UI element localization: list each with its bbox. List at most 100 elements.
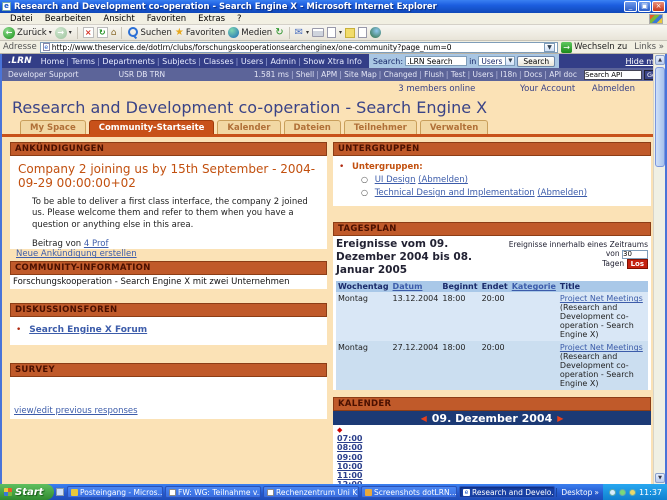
tray-icon[interactable] <box>619 489 626 496</box>
media-button[interactable]: Medien <box>228 27 272 38</box>
lrn-search-button[interactable]: Search <box>517 56 555 67</box>
back-dropdown-icon[interactable]: ▾ <box>49 29 52 36</box>
scroll-down-icon[interactable]: ▼ <box>655 473 665 483</box>
quick-launch[interactable] <box>54 484 66 500</box>
tray-icon[interactable] <box>629 489 636 496</box>
discuss-icon[interactable] <box>358 27 367 38</box>
dev-test[interactable]: Test <box>445 70 467 79</box>
back-button[interactable]: ← Zurück ▾ <box>3 27 52 39</box>
menu-extras[interactable]: Extras <box>192 14 231 24</box>
col-datum-sort[interactable]: Datum <box>391 281 441 292</box>
calendar-prev-icon[interactable]: ◀ <box>421 414 427 423</box>
menu-help[interactable]: ? <box>231 14 248 24</box>
task-screenshots[interactable]: Screenshots dotLRN... <box>361 486 457 498</box>
survey-responses-link[interactable]: view/edit previous responses <box>14 406 323 416</box>
filter-days-input[interactable] <box>622 250 648 259</box>
history-icon[interactable]: ↻ <box>275 27 283 38</box>
favorites-button[interactable]: ★ Favoriten <box>175 27 225 38</box>
tab-dateien[interactable]: Dateien <box>284 120 341 134</box>
dev-changed[interactable]: Changed <box>378 70 418 79</box>
menu-bearbeiten[interactable]: Bearbeiten <box>39 14 98 24</box>
time-slot-link[interactable]: 07:00 <box>337 434 361 443</box>
links-toolbar[interactable]: Links » <box>634 42 664 52</box>
nav-departments[interactable]: Departments <box>96 57 156 66</box>
print-icon[interactable] <box>312 28 324 37</box>
forum-link[interactable]: Search Engine X Forum <box>29 325 147 335</box>
tab-verwalten[interactable]: Verwalten <box>420 120 488 134</box>
nav-users[interactable]: Users <box>235 57 265 66</box>
task-rechenzentrum[interactable]: Rechenzentrum Uni K... <box>263 486 359 498</box>
lrn-search-input[interactable] <box>405 56 467 66</box>
col-kategorie-sort[interactable]: Kategorie <box>510 281 558 292</box>
chevron-icon[interactable]: » <box>594 488 599 497</box>
subgroup-ui-design-link[interactable]: UI Design <box>375 175 416 185</box>
search-scope-select[interactable]: Users ▼ <box>478 56 515 66</box>
scroll-up-icon[interactable]: ▲ <box>655 55 665 65</box>
tab-community-startseite[interactable]: Community-Startseite <box>89 120 215 134</box>
task-posteingang[interactable]: Posteingang - Micros... <box>67 486 163 498</box>
messenger-icon[interactable] <box>370 27 381 38</box>
dev-users[interactable]: Users <box>467 70 495 79</box>
dev-flush[interactable]: Flush <box>418 70 445 79</box>
go-button[interactable]: → Wechseln zu <box>561 42 627 53</box>
vertical-scrollbar[interactable]: ▲ ▼ <box>653 54 665 484</box>
start-button[interactable]: Start <box>0 484 54 500</box>
nav-terms[interactable]: Terms <box>65 57 96 66</box>
forward-button[interactable]: → ▾ <box>55 27 72 39</box>
edit-icon[interactable] <box>327 27 336 38</box>
home-icon[interactable]: ⌂ <box>111 28 117 38</box>
search-button[interactable]: Suchen <box>127 27 171 38</box>
time-slot-link[interactable]: 09:00 <box>337 453 361 462</box>
dev-apm[interactable]: APM <box>315 70 338 79</box>
forward-dropdown-icon[interactable]: ▾ <box>69 29 72 36</box>
menu-datei[interactable]: Datei <box>4 14 39 24</box>
mail-icon[interactable]: ✉ <box>295 27 303 38</box>
nav-admin[interactable]: Admin <box>264 57 297 66</box>
your-account-link[interactable]: Your Account <box>520 84 575 94</box>
tab-teilnehmer[interactable]: Teilnehmer <box>344 120 417 134</box>
create-announcement-link[interactable]: Neue Ankündigung erstellen <box>16 249 321 259</box>
event-link[interactable]: Project Net Meetings <box>560 294 643 303</box>
subgroup-technical-link[interactable]: Technical Design and Implementation <box>375 188 535 198</box>
dev-sitemap[interactable]: Site Map <box>338 70 378 79</box>
nav-classes[interactable]: Classes <box>197 57 234 66</box>
stop-icon[interactable]: × <box>83 27 94 38</box>
tray-icon[interactable] <box>609 489 616 496</box>
logout-link[interactable]: Abmelden <box>592 84 635 94</box>
close-button[interactable]: × <box>652 1 665 12</box>
edit-dropdown-icon[interactable]: ▾ <box>339 29 342 36</box>
address-input[interactable]: e http://www.theservice.de/dotlrn/clubs/… <box>40 42 558 53</box>
author-link[interactable]: 4 Prof <box>84 239 109 249</box>
refresh-icon[interactable]: ↻ <box>97 27 108 38</box>
task-fw-wg-teilnahme[interactable]: FW: WG: Teilnahme v... <box>165 486 261 498</box>
event-link[interactable]: Project Net Meetings <box>560 343 643 352</box>
dev-apidoc[interactable]: API doc <box>543 70 578 79</box>
subgroup-technical-unsubscribe[interactable]: (Abmelden) <box>537 188 587 198</box>
time-slot-link[interactable]: 10:00 <box>337 462 361 471</box>
subgroup-ui-design-unsubscribe[interactable]: (Abmelden) <box>418 175 468 185</box>
mail-dropdown-icon[interactable]: ▾ <box>306 29 309 36</box>
desktop-toolbar[interactable]: Desktop » <box>556 488 603 497</box>
calendar-next-icon[interactable]: ▶ <box>557 414 563 423</box>
notes-icon[interactable] <box>345 28 355 38</box>
task-research-active[interactable]: e Research and Develo... <box>459 486 555 498</box>
nav-xtra-info[interactable]: Show Xtra Info <box>297 57 363 66</box>
menu-ansicht[interactable]: Ansicht <box>97 14 140 24</box>
address-url[interactable]: http://www.theservice.de/dotlrn/clubs/fo… <box>52 43 542 52</box>
tab-kalender[interactable]: Kalender <box>217 120 280 134</box>
lrn-logo[interactable]: .LRN <box>2 56 40 66</box>
nav-subjects[interactable]: Subjects <box>156 57 197 66</box>
minimize-button[interactable]: _ <box>624 1 637 12</box>
dev-docs[interactable]: Docs <box>518 70 543 79</box>
nav-home[interactable]: Home <box>40 57 66 66</box>
filter-go-button[interactable]: Los <box>627 259 648 269</box>
developer-support-label[interactable]: Developer Support <box>8 70 79 79</box>
menu-favoriten[interactable]: Favoriten <box>141 14 192 24</box>
time-slot-link[interactable]: 11:00 <box>337 471 361 480</box>
time-slot-link[interactable]: 08:00 <box>337 443 361 452</box>
tab-my-space[interactable]: My Space <box>20 120 86 134</box>
dev-i18n[interactable]: I18n <box>495 70 518 79</box>
address-dropdown-icon[interactable]: ▼ <box>544 43 555 52</box>
scrollbar-thumb[interactable] <box>655 67 665 167</box>
dev-shell[interactable]: Shell <box>290 70 315 79</box>
